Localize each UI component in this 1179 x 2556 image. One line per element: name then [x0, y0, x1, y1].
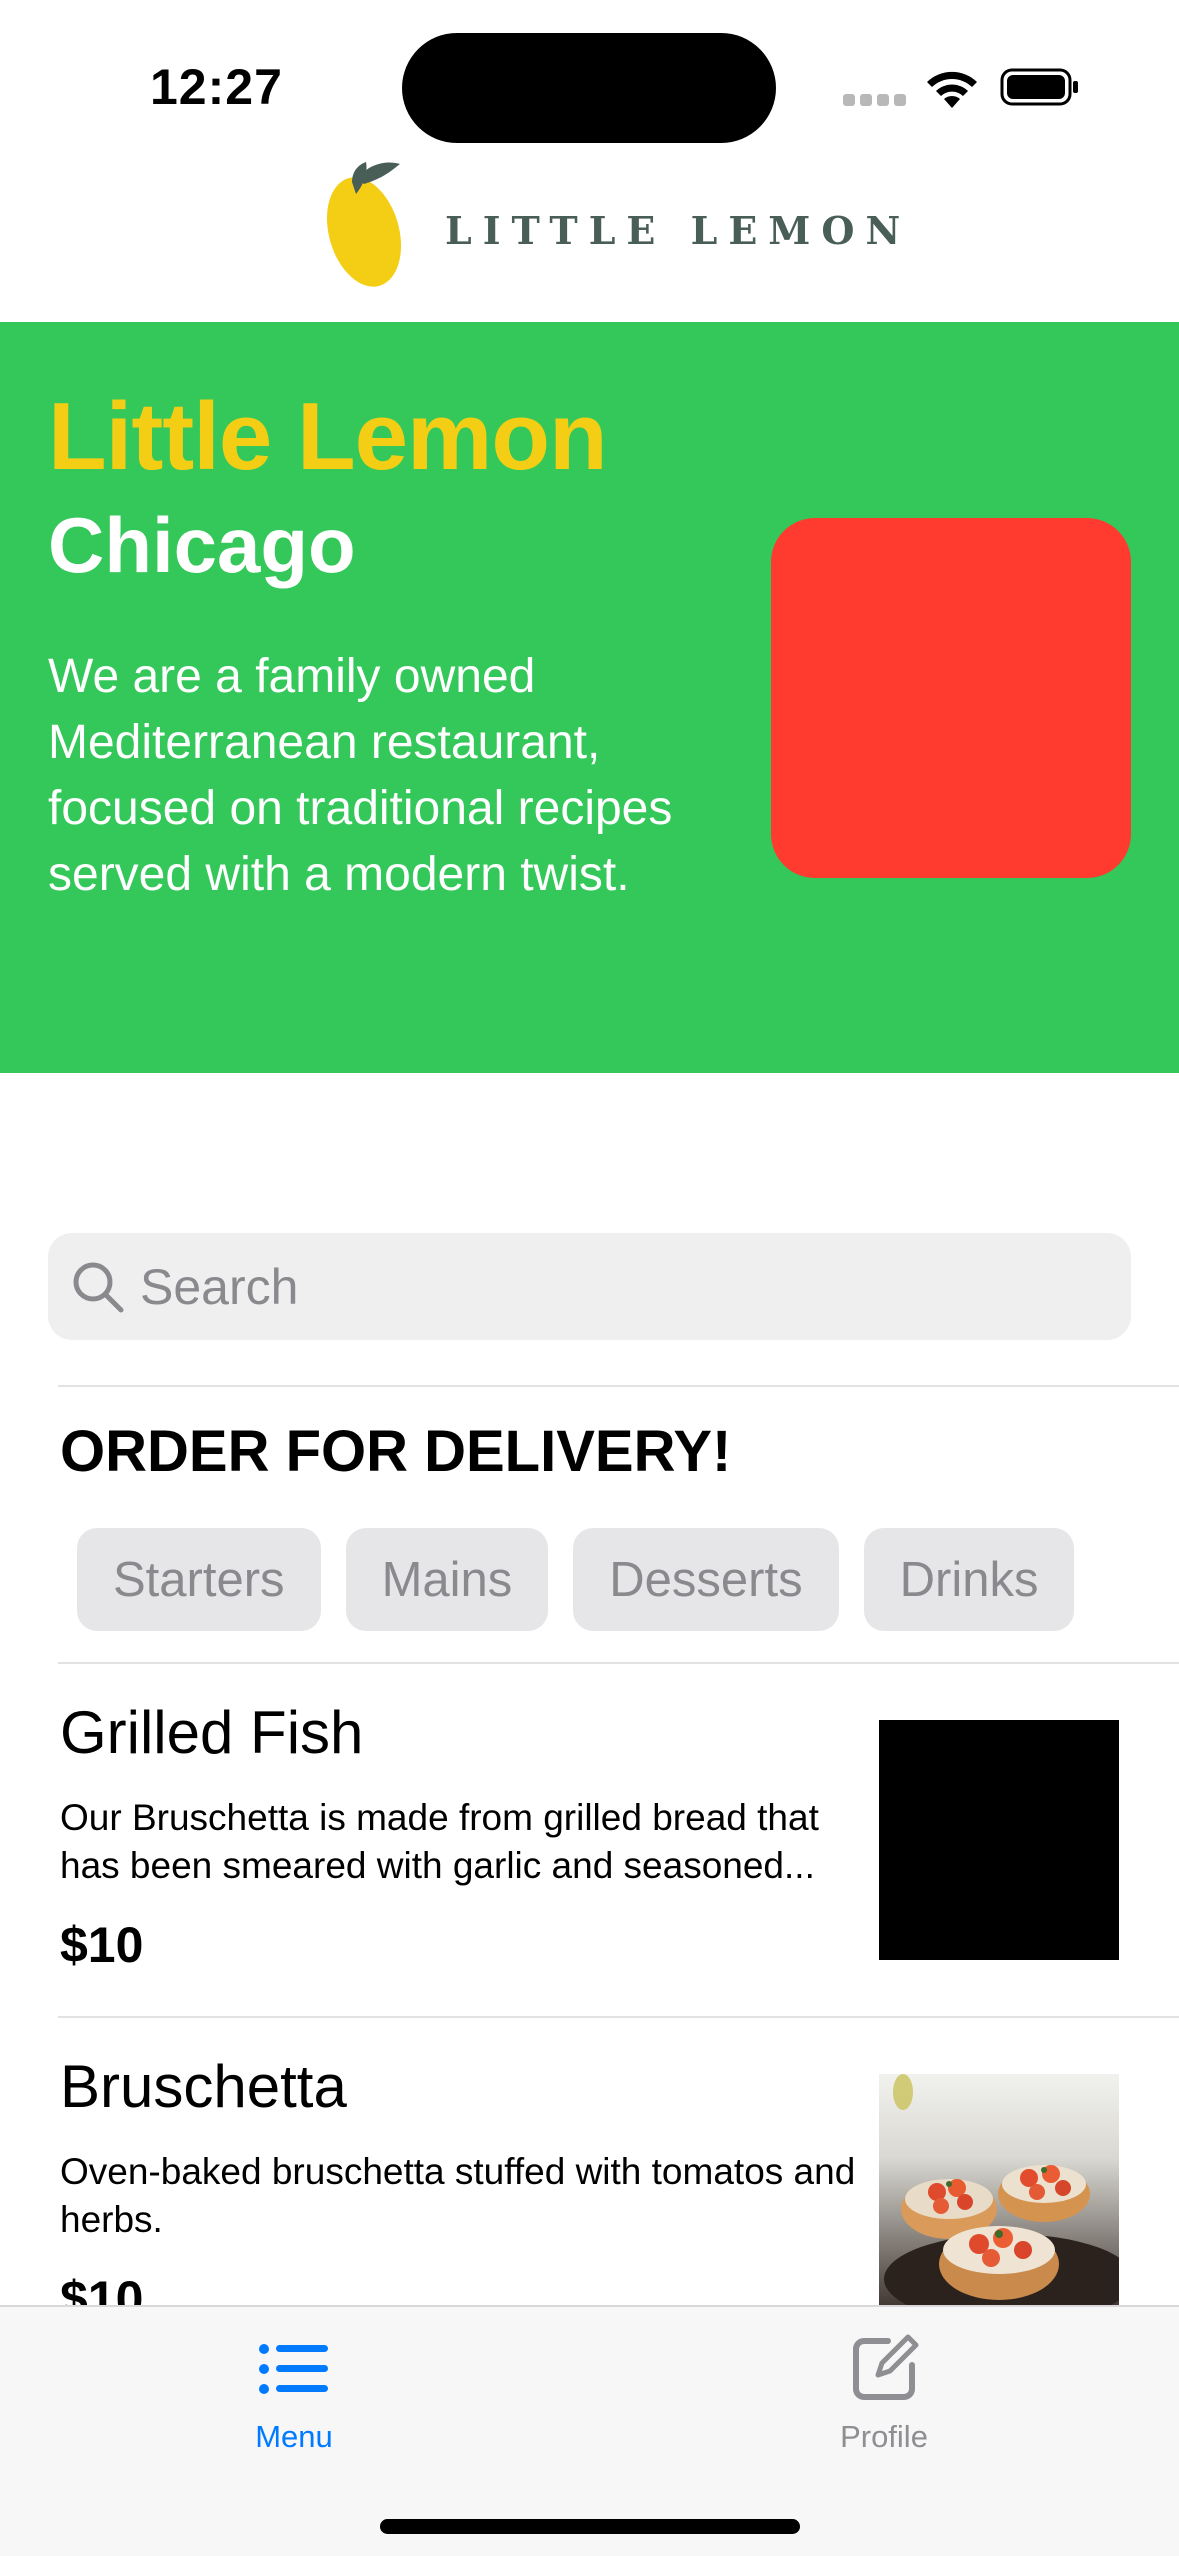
restaurant-name: Little Lemon	[48, 383, 608, 490]
dynamic-island	[402, 33, 776, 143]
battery-icon	[1000, 68, 1078, 106]
hero-image-placeholder	[771, 518, 1131, 878]
logo-wordmark: LITTLE LEMON	[445, 208, 912, 253]
category-chip-mains[interactable]: Mains	[345, 1528, 549, 1631]
cellular-signal-icon	[843, 94, 907, 106]
menu-item-description: Our Bruschetta is made from grilled brea…	[60, 1797, 819, 1886]
home-indicator	[380, 2519, 800, 2534]
search-bar[interactable]	[48, 1233, 1131, 1340]
menu-item-name: Bruschetta	[60, 2053, 347, 2120]
category-chip-starters[interactable]: Starters	[77, 1528, 321, 1631]
status-time: 12:27	[150, 59, 283, 115]
category-chip-desserts[interactable]: Desserts	[573, 1528, 839, 1631]
lemon-icon	[326, 162, 402, 287]
menu-item-image	[879, 2074, 1119, 2314]
menu-item-image	[879, 1720, 1119, 1960]
tab-profile[interactable]: Profile	[754, 2307, 1014, 2477]
category-chip-drinks[interactable]: Drinks	[863, 1528, 1075, 1631]
menu-item-price: $10	[60, 1917, 144, 1973]
menu-item[interactable]: Grilled Fish Our Bruschetta is made from…	[0, 1664, 1179, 2016]
menu-item-name: Grilled Fish	[60, 1699, 364, 1766]
search-icon	[73, 1262, 124, 1313]
search-input[interactable]	[140, 1233, 1110, 1340]
status-bar: 12:27	[0, 0, 1179, 160]
category-filters: Starters Mains Desserts Drinks	[77, 1528, 1075, 1631]
square-pencil-icon	[853, 2334, 919, 2400]
menu-item-description: Oven-baked bruschetta stuffed with tomat…	[60, 2151, 856, 2240]
restaurant-description: We are a family owned Mediterranean rest…	[48, 650, 673, 901]
list-bullet-icon	[259, 2344, 328, 2394]
hero-banner: Little Lemon Chicago We are a family own…	[0, 322, 1179, 1073]
divider	[58, 1385, 1179, 1387]
app-logo: LITTLE LEMON	[320, 158, 900, 298]
wifi-icon	[927, 71, 977, 108]
order-heading: ORDER FOR DELIVERY!	[60, 1419, 732, 1484]
restaurant-city: Chicago	[48, 501, 356, 589]
tab-label: Profile	[840, 2419, 928, 2454]
tab-label: Menu	[255, 2419, 333, 2454]
tab-menu[interactable]: Menu	[164, 2307, 424, 2477]
